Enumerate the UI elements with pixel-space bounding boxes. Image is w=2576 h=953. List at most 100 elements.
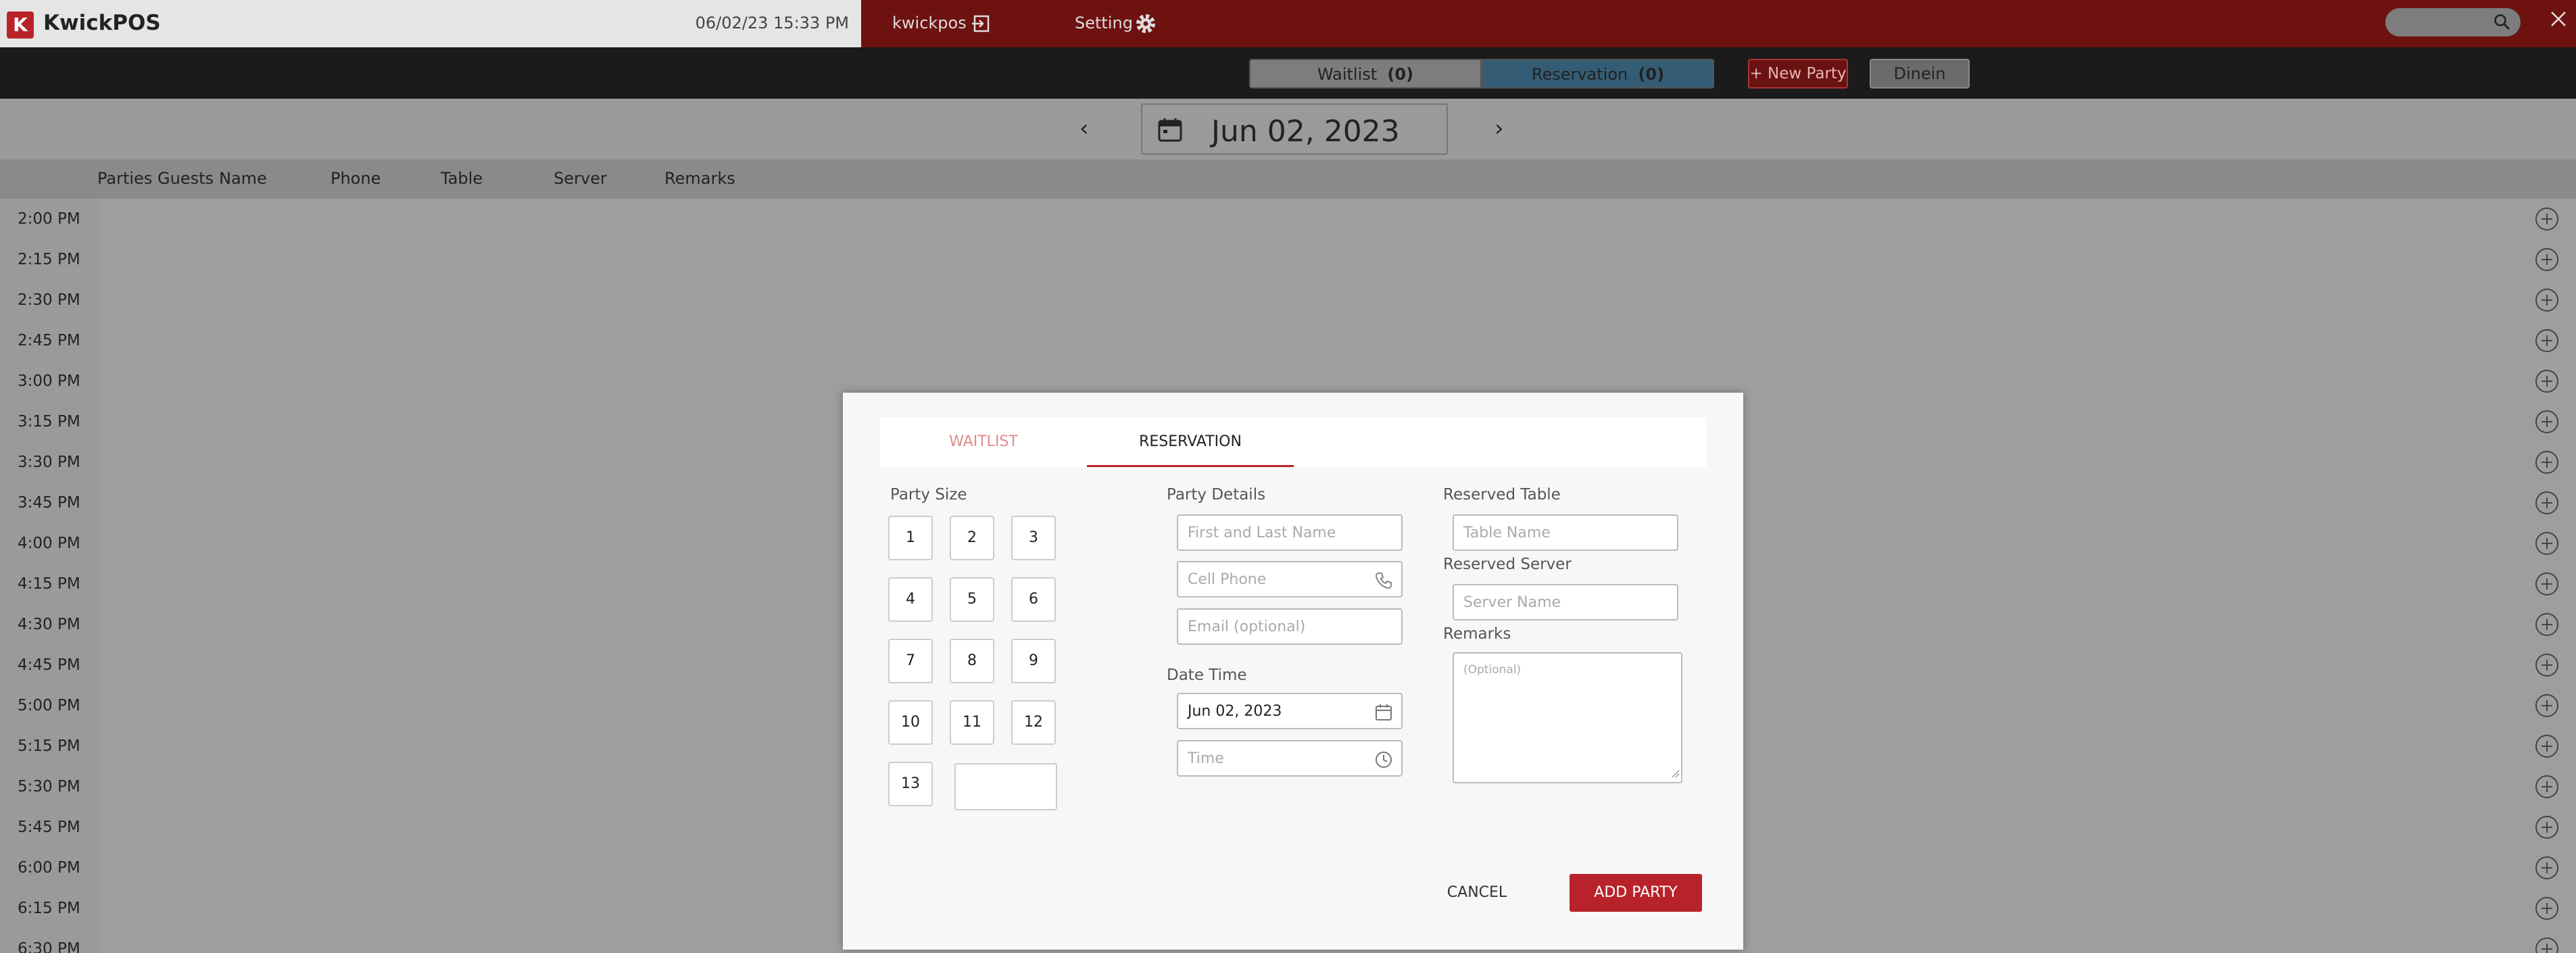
party-size-button-9[interactable]: 9 (1011, 639, 1056, 683)
dialog-tabs: WAITLIST RESERVATION (880, 417, 1706, 467)
clock-icon[interactable] (1374, 750, 1393, 772)
party-size-button-11[interactable]: 11 (950, 700, 994, 745)
time-placeholder: Time (1188, 750, 1224, 767)
prev-date-button[interactable]: ‹ (1079, 115, 1089, 142)
add-reservation-icon[interactable] (2535, 816, 2558, 839)
time-slot-label: 6:30 PM (0, 929, 97, 953)
time-slot-label: 2:00 PM (0, 199, 97, 239)
dialog-tab-reservation[interactable]: RESERVATION (1087, 417, 1294, 467)
column-header-name: Name (219, 169, 267, 188)
search-input[interactable] (2385, 8, 2521, 36)
email-input[interactable]: Email (optional) (1177, 608, 1403, 645)
phone-icon (1374, 571, 1393, 593)
resize-handle-icon[interactable] (1670, 768, 1680, 781)
reservation-label: Reservation (1531, 65, 1628, 84)
name-placeholder: First and Last Name (1188, 524, 1336, 541)
party-size-button-5[interactable]: 5 (950, 577, 994, 622)
add-reservation-icon[interactable] (2535, 410, 2558, 433)
time-slot-row: 2:30 PM (0, 280, 2576, 320)
add-reservation-icon[interactable] (2535, 735, 2558, 758)
time-slot-label: 5:15 PM (0, 726, 97, 766)
logout-icon[interactable] (971, 14, 991, 36)
time-slot-row: 2:45 PM (0, 320, 2576, 361)
party-size-custom-input[interactable] (954, 763, 1057, 810)
date-navigation: ‹ Jun 02, 2023 › (0, 99, 2576, 160)
remarks-label: Remarks (1443, 625, 1511, 643)
party-size-button-12[interactable]: 12 (1011, 700, 1056, 745)
date-input[interactable]: Jun 02, 2023 (1177, 693, 1403, 729)
time-slot-label: 4:00 PM (0, 523, 97, 564)
search-icon[interactable] (2494, 14, 2511, 34)
server-name-placeholder: Server Name (1463, 594, 1561, 611)
phone-placeholder: Cell Phone (1188, 571, 1267, 588)
table-name-input[interactable]: Table Name (1453, 514, 1678, 551)
party-size-button-1[interactable]: 1 (888, 516, 933, 560)
time-input[interactable]: Time (1177, 740, 1403, 777)
calendar-icon[interactable] (1374, 703, 1393, 725)
time-slot-label: 4:30 PM (0, 604, 97, 645)
add-reservation-icon[interactable] (2535, 207, 2558, 230)
table-name-placeholder: Table Name (1463, 524, 1551, 541)
add-party-button[interactable]: ADD PARTY (1570, 874, 1702, 912)
party-size-button-13[interactable]: 13 (888, 762, 933, 806)
column-header-row: Parties Guests Name Phone Table Server R… (0, 160, 2576, 199)
add-reservation-icon[interactable] (2535, 532, 2558, 555)
party-size-button-2[interactable]: 2 (950, 516, 994, 560)
time-slot-label: 3:15 PM (0, 401, 97, 442)
gear-icon[interactable] (1134, 12, 1157, 38)
column-header-remarks: Remarks (664, 169, 735, 188)
remarks-textarea[interactable]: (Optional) (1453, 652, 1682, 783)
cancel-button[interactable]: CANCEL (1430, 874, 1524, 912)
dinein-button[interactable]: Dinein (1870, 59, 1970, 89)
add-reservation-icon[interactable] (2535, 694, 2558, 717)
column-header-table: Table (441, 169, 483, 188)
column-header-parties: Parties (97, 169, 153, 188)
time-slot-label: 2:30 PM (0, 280, 97, 320)
date-time-label: Date Time (1167, 666, 1247, 684)
add-reservation-icon[interactable] (2535, 491, 2558, 514)
party-size-button-4[interactable]: 4 (888, 577, 933, 622)
column-header-guests: Guests (157, 169, 214, 188)
add-reservation-icon[interactable] (2535, 897, 2558, 920)
email-placeholder: Email (optional) (1188, 618, 1306, 635)
party-size-button-10[interactable]: 10 (888, 700, 933, 745)
add-reservation-icon[interactable] (2535, 613, 2558, 636)
party-size-button-8[interactable]: 8 (950, 639, 994, 683)
reservation-count: (0) (1638, 65, 1665, 84)
tab-reservation[interactable]: Reservation (0) (1482, 59, 1714, 89)
date-picker[interactable]: Jun 02, 2023 (1141, 103, 1448, 155)
add-reservation-icon[interactable] (2535, 451, 2558, 474)
add-reservation-icon[interactable] (2535, 654, 2558, 677)
selected-date: Jun 02, 2023 (1211, 114, 1400, 149)
party-size-button-7[interactable]: 7 (888, 639, 933, 683)
user-name[interactable]: kwickpos (892, 14, 967, 32)
add-reservation-icon[interactable] (2535, 572, 2558, 595)
next-date-button[interactable]: › (1494, 115, 1504, 142)
reserved-server-label: Reserved Server (1443, 556, 1572, 573)
phone-input[interactable]: Cell Phone (1177, 561, 1403, 597)
add-reservation-icon[interactable] (2535, 856, 2558, 879)
time-slot-label: 4:15 PM (0, 564, 97, 604)
new-party-dialog: WAITLIST RESERVATION Party Size 1 2 3 4 … (843, 393, 1743, 950)
add-reservation-icon[interactable] (2535, 937, 2558, 953)
add-reservation-icon[interactable] (2535, 775, 2558, 798)
party-size-label: Party Size (890, 486, 967, 504)
tab-waitlist[interactable]: Waitlist (0) (1249, 59, 1482, 89)
name-input[interactable]: First and Last Name (1177, 514, 1403, 551)
dialog-tab-waitlist[interactable]: WAITLIST (880, 417, 1087, 467)
server-name-input[interactable]: Server Name (1453, 584, 1678, 620)
time-slot-label: 5:30 PM (0, 766, 97, 807)
add-reservation-icon[interactable] (2535, 289, 2558, 312)
close-icon[interactable] (2549, 9, 2568, 31)
add-reservation-icon[interactable] (2535, 370, 2558, 393)
party-size-button-6[interactable]: 6 (1011, 577, 1056, 622)
time-slot-label: 5:45 PM (0, 807, 97, 848)
add-reservation-icon[interactable] (2535, 248, 2558, 271)
setting-link[interactable]: Setting (1075, 14, 1133, 32)
kwickpos-logo-icon: K (7, 11, 34, 39)
top-bar-left: K KwickPOS 06/02/23 15:33 PM (0, 0, 861, 47)
add-reservation-icon[interactable] (2535, 329, 2558, 352)
party-size-button-3[interactable]: 3 (1011, 516, 1056, 560)
reserved-table-label: Reserved Table (1443, 486, 1561, 504)
new-party-button[interactable]: + New Party (1748, 59, 1848, 89)
